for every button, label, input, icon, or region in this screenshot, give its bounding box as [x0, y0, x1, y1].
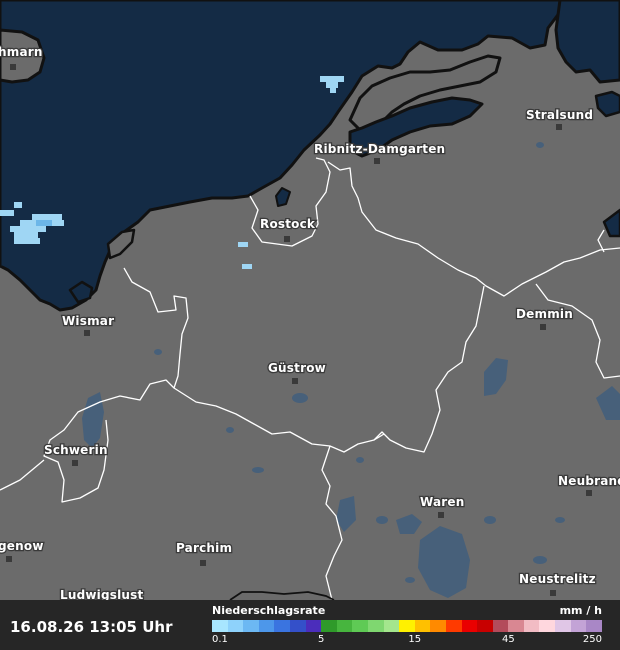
city-label-stralsund: Stralsund	[526, 108, 593, 122]
scale-swatch	[461, 620, 478, 632]
legend-title: Niederschlagsrate	[212, 604, 326, 617]
scale-swatch	[492, 620, 509, 632]
small-lake-7	[154, 349, 162, 355]
scale-swatch	[274, 620, 290, 632]
city-label-fehmarn: hmarn	[0, 45, 43, 59]
small-lake-6	[252, 467, 264, 473]
scale-swatch	[555, 620, 571, 632]
city-label-neustrelitz: Neustrelitz	[519, 572, 596, 586]
city-label-wismar: Wismar	[62, 314, 114, 328]
scale-swatch	[352, 620, 368, 632]
scale-swatch	[321, 620, 337, 632]
scale-swatch	[289, 620, 306, 632]
city-label-parchim: Parchim	[176, 541, 232, 555]
scale-tick-label: 5	[318, 634, 325, 645]
small-lake-4	[533, 556, 547, 564]
small-lake-2	[376, 516, 388, 524]
weather-map[interactable]: hmarn Stralsund Ribnitz-Damgarten Rostoc…	[0, 0, 620, 650]
city-label-ribnitz: Ribnitz-Damgarten	[314, 142, 445, 156]
scale-swatch	[414, 620, 431, 632]
scale-swatch	[336, 620, 353, 632]
scale-swatch	[367, 620, 384, 632]
scale-tick-label: 250	[582, 634, 602, 645]
city-label-grabow: genow	[0, 539, 44, 553]
small-lake-3	[484, 516, 496, 524]
city-label-neubrandenburg: Neubrand	[558, 474, 620, 488]
precipitation-color-scale	[212, 620, 602, 632]
scale-swatch	[477, 620, 493, 632]
scale-swatch	[586, 620, 602, 632]
small-lake-10	[536, 142, 544, 148]
scale-swatch	[305, 620, 322, 632]
scale-swatch	[508, 620, 524, 632]
small-lake-8	[226, 427, 234, 433]
scale-swatch	[399, 620, 415, 632]
scale-swatch	[445, 620, 462, 632]
city-label-guestrow: Güstrow	[268, 361, 326, 375]
small-lake-9	[356, 457, 364, 463]
scale-swatch	[523, 620, 540, 632]
city-label-schwerin: Schwerin	[44, 443, 108, 457]
scale-swatch	[430, 620, 446, 632]
small-lake-11	[405, 577, 415, 583]
legend-unit: mm / h	[559, 604, 602, 617]
legend-bar: 16.08.26 13:05 Uhr Niederschlagsrate mm …	[0, 600, 620, 650]
scale-swatch	[212, 620, 228, 632]
scale-tick-label: 45	[502, 634, 515, 645]
timestamp: 16.08.26 13:05 Uhr	[10, 618, 173, 636]
scale-swatch	[539, 620, 556, 632]
scale-swatch	[570, 620, 587, 632]
precipitation-scale-ticks: 0.1 5 15 45 250	[212, 634, 602, 646]
scale-swatch	[258, 620, 275, 632]
city-label-waren: Waren	[420, 495, 465, 509]
small-lake-5	[555, 517, 565, 523]
scale-swatch	[227, 620, 244, 632]
city-label-rostock: Rostock	[260, 217, 316, 231]
city-label-demmin: Demmin	[516, 307, 573, 321]
small-lake-1	[292, 393, 308, 403]
scale-tick-label: 0.1	[212, 634, 228, 645]
scale-swatch	[243, 620, 259, 632]
scale-tick-label: 15	[408, 634, 422, 645]
scale-swatch	[383, 620, 400, 632]
